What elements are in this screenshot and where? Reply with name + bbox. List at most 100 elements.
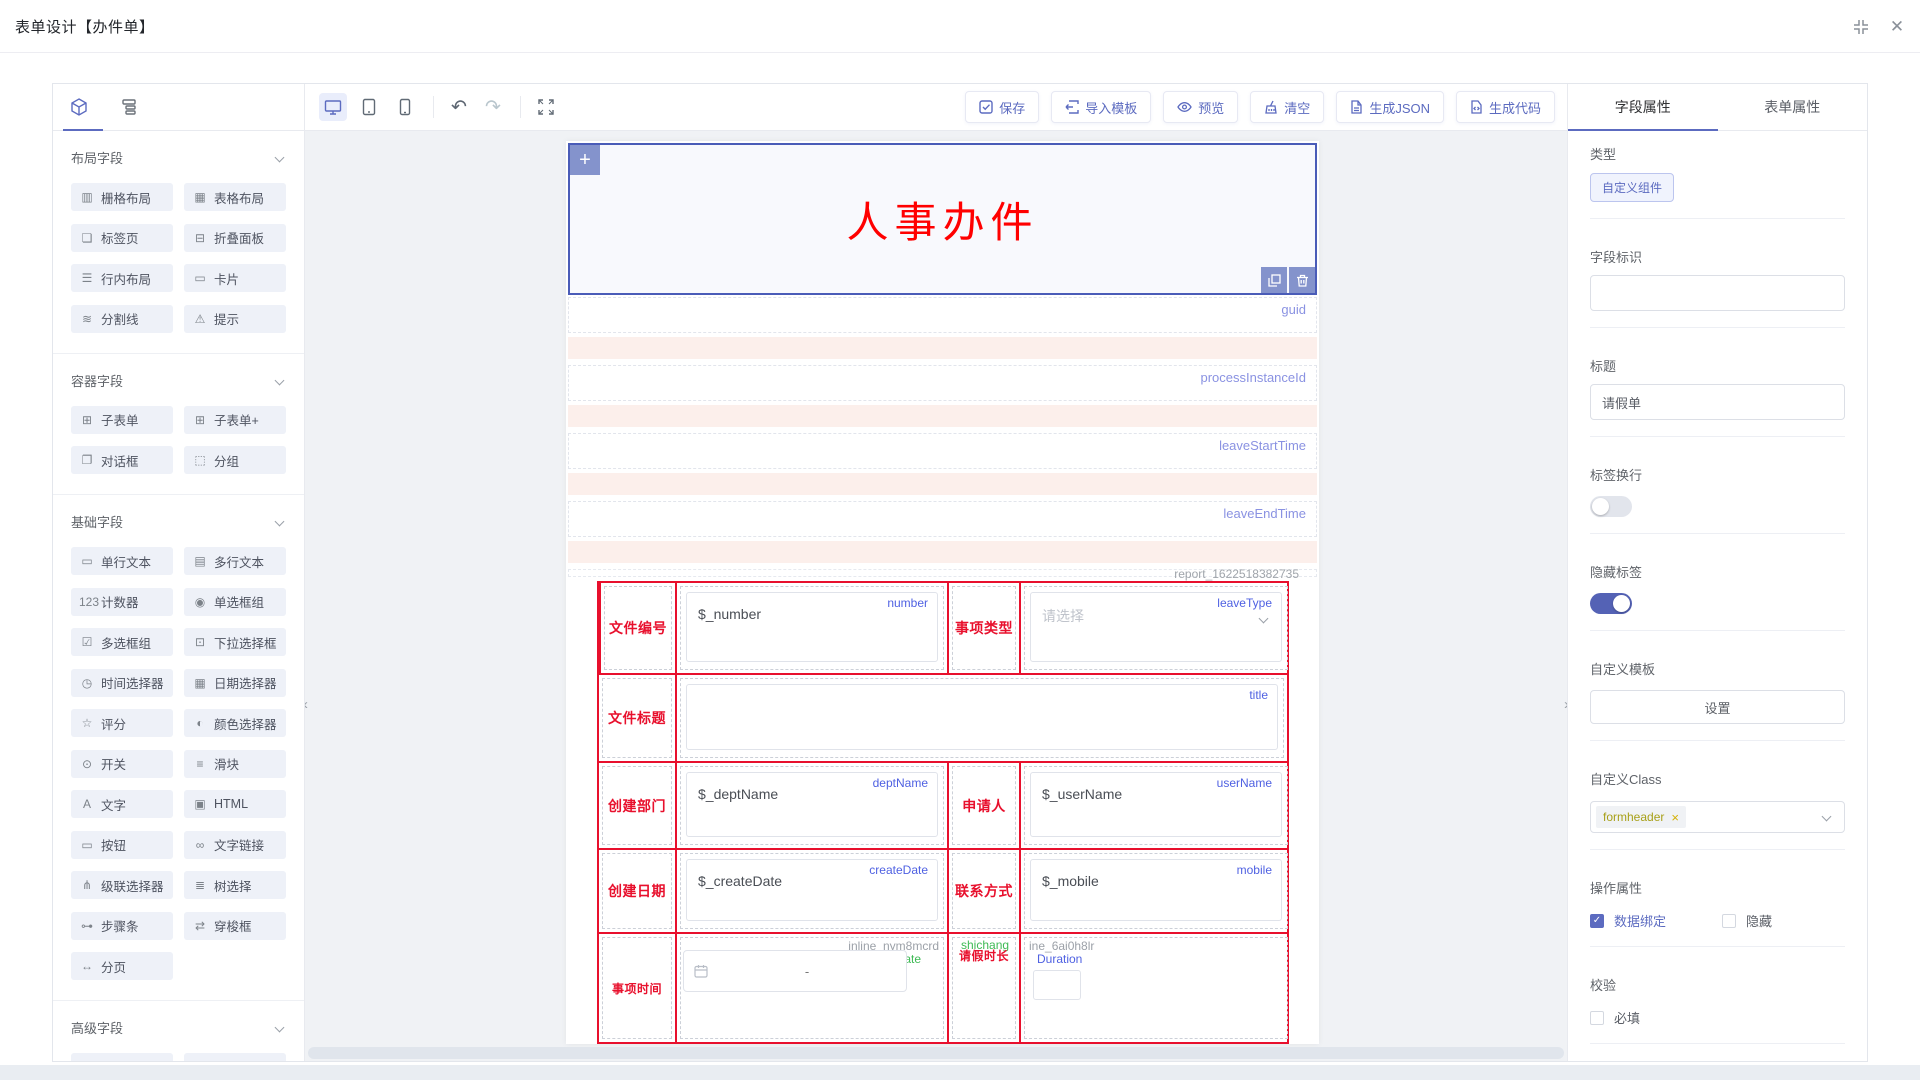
save-button[interactable]: 保存 [965, 91, 1039, 123]
generate-code-button[interactable]: 生成代码 [1456, 91, 1555, 123]
sidebar-field-item[interactable]: ▭ 单行文本 [71, 547, 173, 575]
preview-button[interactable]: 预览 [1163, 91, 1238, 123]
sidebar-field-item[interactable]: ◐ 颜色选择器 [184, 709, 286, 737]
field-cell-mobile[interactable]: $_mobile mobile [1019, 850, 1291, 932]
field-cell-create-date[interactable]: $_createDate createDate [675, 850, 947, 932]
hidden-field-widget[interactable]: leaveEndTime [568, 501, 1317, 537]
sidebar-field-item[interactable]: ▦ 日期选择器 [184, 669, 286, 697]
text-input[interactable]: $_createDate createDate [686, 859, 938, 921]
sidebar-field-item[interactable]: ∞ 文字链接 [184, 831, 286, 859]
data-bind-checkbox[interactable]: ✓ [1590, 914, 1604, 928]
sidebar-field-item[interactable]: ⊕ 自定义布局 [184, 1053, 286, 1061]
sidebar-field-item[interactable]: ≡ 滑块 [184, 750, 286, 778]
field-cell-username[interactable]: $_userName userName [1019, 763, 1291, 848]
undo-icon[interactable]: ↶ [446, 94, 472, 120]
label-cell[interactable]: 创建部门 [599, 763, 675, 848]
section-header[interactable]: 容器字段 [71, 371, 286, 390]
sidebar-field-item[interactable]: ⊡ 下拉选择框 [184, 628, 286, 656]
field-id-input[interactable] [1590, 275, 1845, 311]
sidebar-field-item[interactable]: ☰ 行内布局 [71, 264, 173, 292]
field-cell-dept[interactable]: $_deptName deptName [675, 763, 947, 848]
select-input[interactable]: 请选择 leaveType [1030, 592, 1282, 662]
device-tablet-button[interactable] [355, 93, 383, 121]
tab-form-props[interactable]: 表单属性 [1718, 84, 1868, 130]
horizontal-scrollbar[interactable] [308, 1047, 1564, 1059]
collapse-left-panel-icon[interactable]: ‹ [305, 689, 317, 719]
sidebar-field-item[interactable]: ≋ 分割线 [71, 305, 173, 333]
compress-icon[interactable] [1852, 18, 1870, 36]
sidebar-field-item[interactable]: ⊶ 步骤条 [71, 912, 173, 940]
sidebar-field-item[interactable]: ▭ 按钮 [71, 831, 173, 859]
generate-json-button[interactable]: 生成JSON [1336, 91, 1444, 123]
sidebar-field-item[interactable]: ⚠ 提示 [184, 305, 286, 333]
hide-checkbox-label[interactable]: 隐藏 [1746, 911, 1772, 930]
sidebar-field-item[interactable]: ⊞ 子表单 [71, 406, 173, 434]
label-cell[interactable]: 联系方式 [947, 850, 1019, 932]
label-cell[interactable]: 创建日期 [599, 850, 675, 932]
sidebar-field-item[interactable]: ✦ 自定义组件 [71, 1053, 173, 1061]
sidebar-field-item[interactable]: ❐ 对话框 [71, 446, 173, 474]
template-settings-button[interactable]: 设置 [1590, 690, 1845, 724]
hidden-field-widget[interactable]: guid [568, 297, 1317, 333]
field-cell-leave-date[interactable]: inline_nym8mcrd leavedate - [675, 934, 947, 1042]
label-wrap-toggle[interactable] [1590, 496, 1632, 517]
sidebar-field-item[interactable]: ↔ 分页 [71, 952, 173, 980]
sidebar-field-item[interactable]: A 文字 [71, 790, 173, 818]
sidebar-field-item[interactable]: ▤ 多行文本 [184, 547, 286, 575]
title-input[interactable] [1590, 384, 1845, 420]
drag-handle-icon[interactable]: + [570, 145, 600, 175]
sidebar-field-item[interactable]: ⇄ 穿梭框 [184, 912, 286, 940]
sidebar-field-item[interactable]: ☆ 评分 [71, 709, 173, 737]
tab-field-props[interactable]: 字段属性 [1568, 84, 1718, 130]
copy-widget-icon[interactable] [1261, 267, 1287, 293]
tab-components[interactable] [67, 95, 91, 119]
custom-class-select[interactable]: formheader × [1590, 801, 1845, 833]
section-header[interactable]: 高级字段 [71, 1018, 286, 1037]
section-header[interactable]: 布局字段 [71, 148, 286, 167]
required-checkbox[interactable] [1590, 1011, 1604, 1025]
sidebar-field-item[interactable]: ⬚ 分组 [184, 446, 286, 474]
text-input[interactable]: $_mobile mobile [1030, 859, 1282, 921]
sidebar-field-item[interactable]: ⊟ 折叠面板 [184, 224, 286, 252]
text-input[interactable]: $_number number [686, 592, 938, 662]
hide-label-toggle[interactable] [1590, 593, 1632, 614]
sidebar-field-item[interactable]: ▣ HTML [184, 790, 286, 818]
section-header[interactable]: 基础字段 [71, 512, 286, 531]
label-cell[interactable]: 事项类型 [947, 583, 1019, 673]
clear-button[interactable]: 清空 [1250, 91, 1324, 123]
sidebar-field-item[interactable]: ❏ 标签页 [71, 224, 173, 252]
sidebar-field-item[interactable]: ⋔ 级联选择器 [71, 871, 173, 899]
label-cell[interactable]: 事项时间 [599, 934, 675, 1042]
device-desktop-button[interactable] [319, 93, 347, 121]
hide-checkbox[interactable] [1722, 914, 1736, 928]
sidebar-field-item[interactable]: ⊙ 开关 [71, 750, 173, 778]
sidebar-field-item[interactable]: ◷ 时间选择器 [71, 669, 173, 697]
tab-outline[interactable] [117, 95, 141, 119]
import-template-button[interactable]: 导入模板 [1051, 91, 1151, 123]
required-checkbox-label[interactable]: 必填 [1614, 1008, 1640, 1027]
label-cell[interactable]: 文件标题 [599, 675, 675, 761]
form-header-widget-selected[interactable]: 人事办件 + [568, 143, 1317, 295]
field-cell-leave-type[interactable]: 请选择 leaveType [1019, 583, 1291, 673]
delete-widget-icon[interactable] [1289, 267, 1315, 293]
close-icon[interactable]: ✕ [1888, 18, 1906, 36]
text-input[interactable]: title [686, 684, 1278, 750]
text-input[interactable]: $_deptName deptName [686, 772, 938, 837]
device-phone-button[interactable] [391, 93, 419, 121]
sidebar-field-item[interactable]: 123 计数器 [71, 588, 173, 616]
label-cell[interactable]: 申请人 [947, 763, 1019, 848]
data-bind-checkbox-label[interactable]: 数据绑定 [1614, 911, 1666, 930]
sidebar-field-item[interactable]: ▭ 卡片 [184, 264, 286, 292]
remove-tag-icon[interactable]: × [1671, 810, 1679, 825]
sidebar-field-item[interactable]: ☑ 多选框组 [71, 628, 173, 656]
sidebar-field-item[interactable]: ▥ 栅格布局 [71, 183, 173, 211]
field-cell-duration[interactable]: ine_6ai0h8lr Duration [1019, 934, 1291, 1042]
date-range-picker[interactable]: - [683, 950, 907, 992]
label-cell-duration[interactable]: shichang 请假时长 [947, 934, 1019, 1042]
sidebar-field-item[interactable]: ◉ 单选框组 [184, 588, 286, 616]
duration-input[interactable] [1033, 970, 1081, 1000]
hidden-field-widget[interactable]: processInstanceId [568, 365, 1317, 401]
fullscreen-icon[interactable] [533, 94, 559, 120]
field-cell-number[interactable]: $_number number [675, 583, 947, 673]
sidebar-field-item[interactable]: ≣ 树选择 [184, 871, 286, 899]
